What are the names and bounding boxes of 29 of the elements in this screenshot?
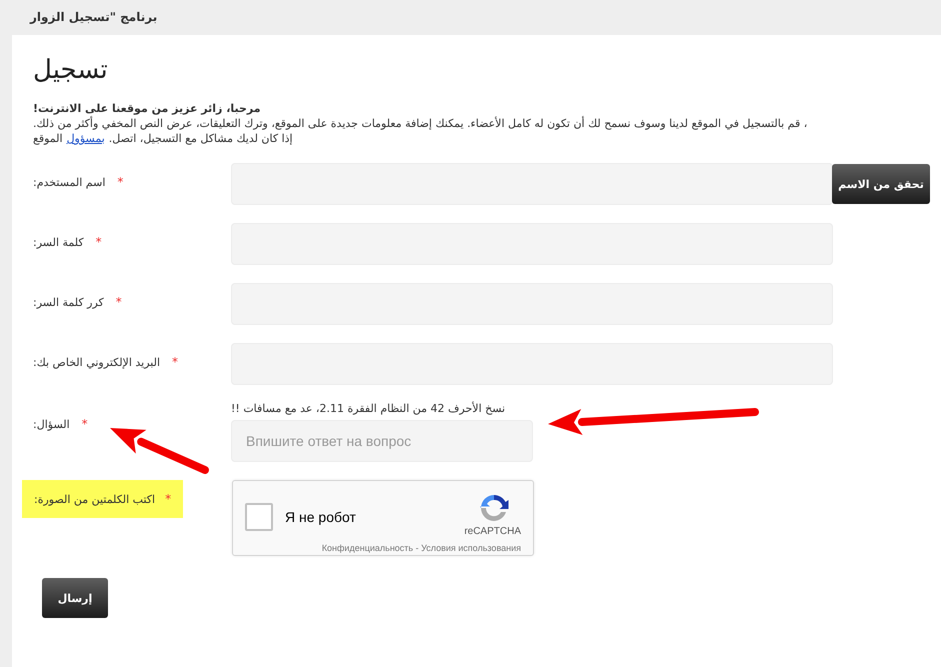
required-mark: *	[116, 295, 122, 309]
required-mark: *	[117, 175, 124, 189]
required-mark: *	[82, 417, 88, 431]
question-hint: !! نسخ الأحرف 42 من النظام الفقرة 2.11، عد مع مسافات	[231, 402, 506, 415]
required-mark: *	[96, 235, 102, 249]
intro-text: .قم بالتسجيل في الموقع لدينا وسوف نسمح لك أن تكون له كامل الأعضاء. يمكنك إضافة معلومات جديدة على الموقع، وترك التعليقات، عرض النص المخفي وأكثر من ذلك ،	[33, 116, 808, 131]
contact-text: الموقع	[33, 131, 63, 146]
field-label: :البريد الإلكتروني الخاص بك	[33, 356, 160, 368]
answer-field[interactable]: Впишите ответ на вопрос	[231, 420, 533, 462]
privacy-terms-links[interactable]: Конфиденциальность - Условия использования	[322, 543, 521, 553]
field-label: :كلمة السر	[33, 236, 84, 248]
check-name-button[interactable]: تحقق من الاسم	[832, 164, 930, 204]
recaptcha-logo-icon	[478, 492, 510, 524]
page-heading: تسجيل	[33, 55, 109, 85]
app-title: برنامج "تسجيل الزوار	[30, 10, 158, 24]
checkbox-label: Я не робот	[285, 509, 356, 525]
checkbox[interactable]	[245, 503, 273, 531]
field-label: :كرر كلمة السر	[33, 296, 104, 308]
greeting-text: !مرحبا، زائر عزيز من موقعنا على الانترنت	[33, 101, 262, 116]
required-mark: *	[172, 355, 178, 369]
contact-text: .إذا كان لديك مشاكل مع التسجيل، اتصل	[108, 131, 293, 146]
admin-link[interactable]: بمسؤول	[66, 131, 105, 146]
required-mark: *	[165, 492, 172, 506]
field-label: :السؤال	[33, 418, 70, 430]
text-field[interactable]	[231, 163, 833, 205]
field-label: :اكتب الكلمتين من الصورة	[34, 492, 156, 506]
field-label: :اسم المستخدم	[33, 176, 106, 188]
submit-button[interactable]: إرسال	[42, 578, 108, 618]
brand-label: reCAPTCHA	[464, 526, 521, 537]
